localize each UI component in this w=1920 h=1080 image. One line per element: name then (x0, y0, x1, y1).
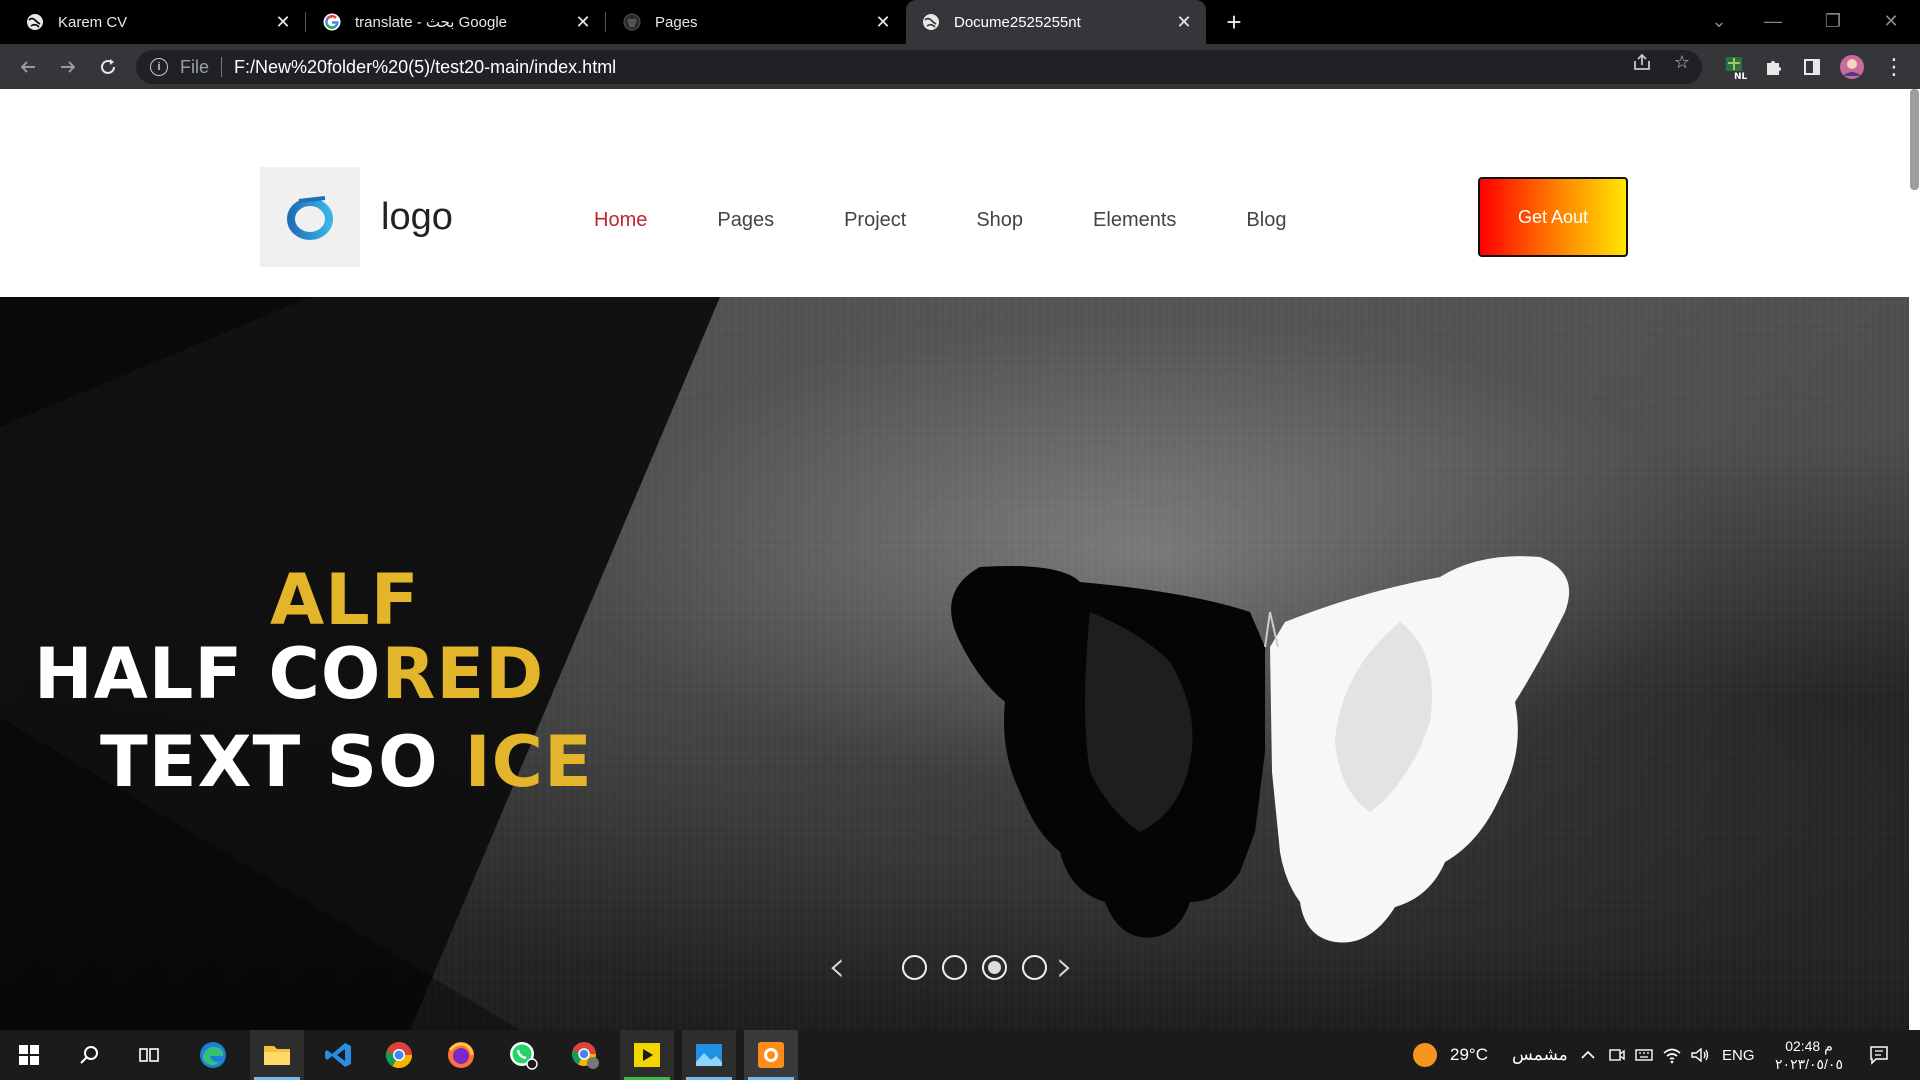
windows-taskbar: 29°C مشمس ENG 02:48 م ٢٠٢٣/٠٥/٠٥ (0, 1030, 1920, 1080)
tab-strip: Karem CV ✕ translate - بحث Google ✕ Page… (0, 0, 1920, 44)
weather-label[interactable]: مشمس (1512, 1030, 1568, 1080)
volume-icon[interactable] (1690, 1030, 1710, 1080)
weather-icon[interactable] (1412, 1030, 1438, 1080)
page-viewport: logo Home Pages Project Shop Elements Bl… (0, 89, 1920, 1030)
hero-slider: ALF HALF CORED TEXT SO ICE ‹ › (0, 297, 1909, 1030)
slide-dot-3-active[interactable] (982, 955, 1007, 980)
tab-document-active[interactable]: Docume2525255nt ✕ (906, 0, 1206, 44)
globe-icon (26, 13, 44, 31)
profile-avatar-icon[interactable] (1838, 53, 1866, 81)
slide-dot-1[interactable] (902, 955, 927, 980)
task-view-icon[interactable] (122, 1030, 176, 1080)
minimize-icon[interactable]: — (1758, 6, 1788, 36)
clock[interactable]: 02:48 م ٢٠٢٣/٠٥/٠٥ (1766, 1030, 1852, 1080)
hero-line-2-gold: RED (381, 633, 545, 715)
whatsapp-icon[interactable] (496, 1030, 550, 1080)
recorder-app-icon[interactable] (744, 1030, 798, 1080)
reload-icon[interactable] (94, 53, 122, 81)
nav-home[interactable]: Home (594, 209, 647, 232)
slide-dot-4[interactable] (1022, 955, 1047, 980)
slide-dot-2[interactable] (942, 955, 967, 980)
language-indicator[interactable]: ENG (1722, 1030, 1755, 1080)
weather-temp[interactable]: 29°C (1450, 1030, 1488, 1080)
forward-icon[interactable] (54, 53, 82, 81)
hero-line-3: TEXT SO ICE (100, 721, 593, 803)
main-nav: Home Pages Project Shop Elements Blog (594, 209, 1356, 232)
meet-icon[interactable] (1608, 1030, 1626, 1080)
tab-title: Karem CV (58, 13, 128, 31)
hero-line-2: HALF CORED (34, 633, 544, 715)
chrome-icon[interactable] (372, 1030, 426, 1080)
restore-icon[interactable]: ❐ (1818, 6, 1848, 36)
firefox-icon[interactable] (434, 1030, 488, 1080)
wifi-icon[interactable] (1662, 1030, 1682, 1080)
slider-controls: ‹ › (828, 945, 1078, 989)
chevron-right-icon[interactable]: › (1056, 945, 1086, 989)
tab-search-icon[interactable]: ⌄ (1704, 6, 1734, 36)
puzzle-extensions-icon[interactable] (1760, 53, 1788, 81)
keyboard-input-icon[interactable] (1634, 1030, 1654, 1080)
right-wing (1270, 556, 1570, 943)
side-panel-icon[interactable] (1798, 53, 1826, 81)
close-icon[interactable]: ✕ (571, 10, 595, 34)
windows-start-icon[interactable] (2, 1030, 56, 1080)
nav-shop[interactable]: Shop (976, 209, 1023, 232)
hero-line-2-white: HALF CO (34, 633, 382, 715)
chevron-up-icon[interactable] (1580, 1030, 1596, 1080)
more-menu-icon[interactable]: ⋮ (1880, 53, 1908, 81)
hero-line-1-gold: ALF (270, 559, 420, 641)
tab-title: Docume2525255nt (954, 13, 1081, 31)
scheme-label: File (180, 56, 210, 77)
tab-pages[interactable]: Pages ✕ (605, 0, 905, 44)
github-icon (623, 13, 641, 31)
logo-text[interactable]: logo (381, 196, 453, 239)
close-icon[interactable]: ✕ (871, 10, 895, 34)
tab-title: translate - بحث Google (355, 14, 508, 31)
address-bar[interactable]: i File F:/New%20folder%20(5)/test20-main… (136, 50, 1702, 84)
url-text[interactable]: F:/New%20folder%20(5)/test20-main/index.… (234, 57, 616, 78)
clock-time: 02:48 م (1785, 1037, 1833, 1054)
system-tray: 29°C مشمس ENG 02:48 م ٢٠٢٣/٠٥/٠٥ (1400, 1030, 1920, 1080)
new-tab-button[interactable]: + (1220, 7, 1248, 37)
tab-karem-cv[interactable]: Karem CV ✕ (0, 0, 305, 44)
hero-line-3-gold: ICE (464, 721, 593, 803)
close-icon[interactable]: ✕ (271, 10, 295, 34)
media-player-icon[interactable] (620, 1030, 674, 1080)
close-icon[interactable]: ✕ (1172, 10, 1196, 34)
logo-image[interactable] (260, 167, 360, 267)
page-scrollbar[interactable] (1909, 89, 1920, 1030)
hero-line-3-white: TEXT SO (100, 721, 439, 803)
antenna (1264, 611, 1279, 648)
notification-center-icon[interactable] (1868, 1030, 1890, 1080)
chevron-left-icon[interactable]: ‹ (828, 945, 858, 989)
extension-nl-icon[interactable]: NL (1722, 53, 1750, 81)
tab-title: Pages (655, 13, 698, 31)
nav-project[interactable]: Project (844, 209, 906, 232)
search-icon[interactable] (62, 1030, 116, 1080)
nav-pages[interactable]: Pages (717, 209, 774, 232)
vscode-icon[interactable] (312, 1030, 366, 1080)
nav-elements[interactable]: Elements (1093, 209, 1176, 232)
file-explorer-icon[interactable] (250, 1030, 304, 1080)
back-icon[interactable] (14, 53, 42, 81)
site-header: logo Home Pages Project Shop Elements Bl… (0, 89, 1909, 297)
bookmark-star-icon[interactable]: ☆ (1672, 52, 1692, 72)
butterfly-skull-art (951, 556, 1570, 943)
photos-icon[interactable] (682, 1030, 736, 1080)
edge-icon[interactable] (186, 1030, 240, 1080)
chrome-profile-icon[interactable] (558, 1030, 612, 1080)
divider (221, 57, 223, 77)
nav-blog[interactable]: Blog (1246, 209, 1286, 232)
share-icon[interactable] (1632, 52, 1652, 72)
info-icon[interactable]: i (150, 58, 168, 76)
tab-translate[interactable]: translate - بحث Google ✕ (305, 0, 605, 44)
google-icon (323, 13, 341, 31)
extension-badge: NL (1734, 72, 1748, 81)
globe-icon (922, 13, 940, 31)
browser-toolbar: i File F:/New%20folder%20(5)/test20-main… (0, 44, 1920, 89)
clock-date: ٢٠٢٣/٠٥/٠٥ (1775, 1056, 1843, 1072)
scrollbar-thumb[interactable] (1910, 89, 1919, 190)
get-aout-button[interactable]: Get Aout (1478, 177, 1628, 257)
close-window-icon[interactable]: ✕ (1876, 6, 1906, 36)
